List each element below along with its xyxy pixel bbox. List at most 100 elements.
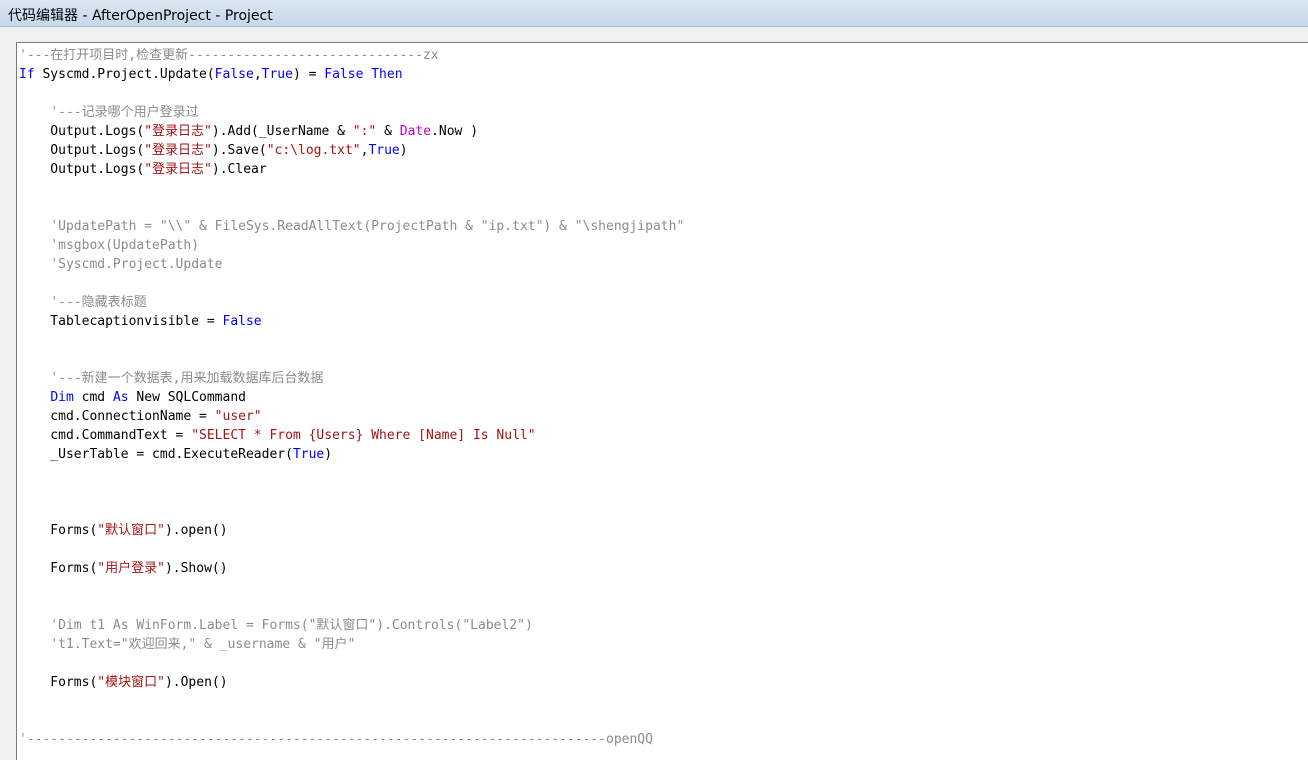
code-line[interactable]: Tablecaptionvisible = False bbox=[19, 312, 684, 331]
code-token-comment: '---在打开项目时,检查更新-------------------------… bbox=[19, 48, 439, 63]
code-token-keyword: Then bbox=[371, 67, 403, 82]
code-line[interactable] bbox=[19, 483, 684, 502]
code-line[interactable]: Forms("默认窗口").open() bbox=[19, 521, 684, 540]
code-line[interactable] bbox=[19, 540, 684, 559]
code-line[interactable]: Output.Logs("登录日志").Clear bbox=[19, 160, 684, 179]
code-token-string: "用户登录" bbox=[97, 561, 165, 576]
code-token-plain: cmd.CommandText = bbox=[19, 428, 192, 443]
code-token-keyword: As bbox=[112, 390, 129, 405]
code-line[interactable]: Dim cmd As New SQLCommand bbox=[19, 388, 684, 407]
code-text[interactable]: '---在打开项目时,检查更新-------------------------… bbox=[19, 46, 684, 749]
code-token-plain: Output.Logs( bbox=[19, 143, 145, 158]
code-token-plain: Forms( bbox=[19, 561, 98, 576]
code-token-keyword: False bbox=[324, 67, 364, 82]
code-token-plain: .Now ) bbox=[431, 124, 479, 139]
title-bar[interactable]: 代码编辑器 - AfterOpenProject - Project bbox=[0, 0, 1308, 27]
code-token-plain: , bbox=[253, 67, 262, 82]
code-line[interactable]: 'msgbox(UpdatePath) bbox=[19, 236, 684, 255]
code-token-comment: '---新建一个数据表,用来加载数据库后台数据 bbox=[50, 371, 324, 386]
code-token-comment: 'msgbox(UpdatePath) bbox=[50, 238, 200, 253]
code-token-plain: Forms( bbox=[19, 675, 98, 690]
code-line[interactable]: '---记录哪个用户登录过 bbox=[19, 103, 684, 122]
code-token-string: "登录日志" bbox=[144, 124, 212, 139]
code-token-string: "默认窗口" bbox=[97, 523, 165, 538]
code-token-string: "c:\log.txt" bbox=[266, 143, 361, 158]
code-line[interactable]: _UserTable = cmd.ExecuteReader(True) bbox=[19, 445, 684, 464]
code-token-keyword: False bbox=[222, 314, 262, 329]
code-token-plain: Syscmd.Project.Update( bbox=[34, 67, 215, 82]
code-token-string: "模块窗口" bbox=[97, 675, 165, 690]
code-token-plain: Output.Logs( bbox=[19, 124, 145, 139]
code-token-string: "SELECT * From {Users} Where [Name] Is N… bbox=[191, 428, 536, 443]
code-line[interactable]: 'Syscmd.Project.Update bbox=[19, 255, 684, 274]
code-token-keyword: True bbox=[292, 447, 325, 462]
code-line[interactable] bbox=[19, 198, 684, 217]
code-token-plain: Forms( bbox=[19, 523, 98, 538]
code-token-comment: 'UpdatePath = "\\" & FileSys.ReadAllText… bbox=[50, 219, 685, 234]
code-token-plain: ).Clear bbox=[211, 162, 267, 177]
code-token-plain: cmd.ConnectionName = bbox=[19, 409, 215, 424]
code-line[interactable] bbox=[19, 179, 684, 198]
code-line[interactable]: Output.Logs("登录日志").Add(_UserName & ":" … bbox=[19, 122, 684, 141]
code-token-plain: ) = bbox=[292, 67, 325, 82]
code-token-plain: cmd bbox=[73, 390, 113, 405]
code-token-string: "登录日志" bbox=[144, 143, 212, 158]
code-line[interactable] bbox=[19, 692, 684, 711]
code-line[interactable] bbox=[19, 578, 684, 597]
code-token-keyword: False bbox=[214, 67, 254, 82]
code-token-plain: ).Save( bbox=[211, 143, 267, 158]
code-line[interactable] bbox=[19, 84, 684, 103]
code-token-plain: ).Show() bbox=[164, 561, 228, 576]
code-line[interactable] bbox=[19, 597, 684, 616]
code-token-plain: ).open() bbox=[164, 523, 228, 538]
code-line[interactable] bbox=[19, 711, 684, 730]
code-token-keyword: True bbox=[261, 67, 293, 82]
code-token-plain: Output.Logs( bbox=[19, 162, 145, 177]
code-token-keyword: Dim bbox=[50, 390, 74, 405]
code-line[interactable] bbox=[19, 331, 684, 350]
code-editor-window: 代码编辑器 - AfterOpenProject - Project '---在… bbox=[0, 0, 1308, 760]
code-line[interactable]: '---------------------------------------… bbox=[19, 730, 684, 749]
code-token-plain: ) bbox=[324, 447, 333, 462]
code-token-plain: ).Open() bbox=[164, 675, 228, 690]
code-line[interactable]: '---隐藏表标题 bbox=[19, 293, 684, 312]
code-token-builtin: Date bbox=[399, 124, 432, 139]
code-token-comment: '---------------------------------------… bbox=[19, 732, 653, 747]
code-line[interactable]: Forms("用户登录").Show() bbox=[19, 559, 684, 578]
code-line[interactable]: Output.Logs("登录日志").Save("c:\log.txt",Tr… bbox=[19, 141, 684, 160]
code-token-string: "登录日志" bbox=[144, 162, 212, 177]
code-line[interactable] bbox=[19, 350, 684, 369]
code-line[interactable]: 'UpdatePath = "\\" & FileSys.ReadAllText… bbox=[19, 217, 684, 236]
code-line[interactable] bbox=[19, 502, 684, 521]
code-line[interactable] bbox=[19, 274, 684, 293]
code-line[interactable]: If Syscmd.Project.Update(False,True) = F… bbox=[19, 65, 684, 84]
code-token-keyword: True bbox=[368, 143, 400, 158]
code-token-plain: ) bbox=[399, 143, 408, 158]
window-title: 代码编辑器 - AfterOpenProject - Project bbox=[8, 8, 273, 24]
code-line[interactable]: '---新建一个数据表,用来加载数据库后台数据 bbox=[19, 369, 684, 388]
code-token-comment: 't1.Text="欢迎回来," & _username & "用户" bbox=[50, 637, 356, 652]
code-token-string: ":" bbox=[352, 124, 377, 139]
code-line[interactable] bbox=[19, 464, 684, 483]
code-line[interactable]: 'Dim t1 As WinForm.Label = Forms("默认窗口")… bbox=[19, 616, 684, 635]
code-line[interactable]: cmd.ConnectionName = "user" bbox=[19, 407, 684, 426]
code-token-comment: 'Dim t1 As WinForm.Label = Forms("默认窗口")… bbox=[50, 618, 533, 633]
code-token-comment: 'Syscmd.Project.Update bbox=[50, 257, 223, 272]
code-editor-area[interactable]: '---在打开项目时,检查更新-------------------------… bbox=[16, 42, 1308, 760]
code-line[interactable]: Forms("模块窗口").Open() bbox=[19, 673, 684, 692]
code-line[interactable]: 't1.Text="欢迎回来," & _username & "用户" bbox=[19, 635, 684, 654]
code-line[interactable]: '---在打开项目时,检查更新-------------------------… bbox=[19, 46, 684, 65]
code-line[interactable] bbox=[19, 654, 684, 673]
code-token-keyword: If bbox=[19, 67, 35, 82]
code-token-plain: Tablecaptionvisible = bbox=[19, 314, 223, 329]
code-line[interactable]: cmd.CommandText = "SELECT * From {Users}… bbox=[19, 426, 684, 445]
code-token-comment: '---记录哪个用户登录过 bbox=[50, 105, 199, 120]
